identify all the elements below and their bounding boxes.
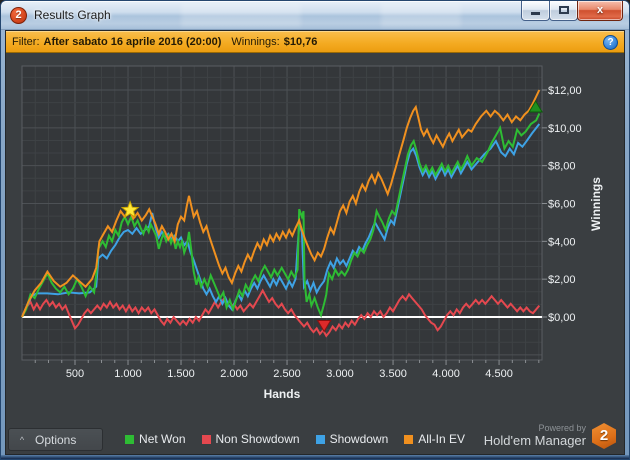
x-tick-label: 1.500 (167, 368, 195, 380)
legend-item-all-in-ev[interactable]: All-In EV (404, 432, 465, 446)
maximize-button[interactable] (549, 1, 578, 21)
hm2-app-icon: 2 (10, 7, 27, 24)
results-graph-window: 2 Results Graph x Filter: After sabato 1… (0, 0, 630, 460)
options-button-label: Options (35, 432, 77, 447)
minimize-icon (531, 12, 540, 15)
winnings-label: Winnings: (231, 36, 280, 48)
window-title: Results Graph (34, 8, 111, 22)
x-axis-title: Hands (264, 387, 301, 401)
y-tick-label: $4,00 (548, 236, 576, 248)
chart-legend: Net Won Non Showdown Showdown All-In EV (116, 430, 474, 448)
legend-item-showdown[interactable]: Showdown (315, 432, 389, 446)
close-icon: x (596, 4, 604, 16)
non-showdown-swatch-icon (201, 434, 211, 444)
x-tick-label: 4.000 (432, 368, 460, 380)
x-tick-label: 3.000 (326, 368, 354, 380)
maximize-icon (559, 6, 569, 14)
chevron-up-icon: ^ (19, 434, 25, 445)
filter-label: Filter: (12, 36, 40, 48)
y-tick-label: $8,00 (548, 161, 576, 173)
x-tick-label: 1.000 (114, 368, 142, 380)
results-graph-chart: 500 1.000 1.500 2.000 2.500 3.000 3.500 4.000 4.… (21, 65, 603, 401)
y-tick-label: $10,00 (548, 123, 582, 135)
powered-by-block: Powered by Hold'em Manager 2 (484, 423, 616, 449)
y-tick-label: $6,00 (548, 198, 576, 210)
titlebar-glass-reflection (381, 3, 461, 27)
plot-area (22, 66, 542, 360)
y-tick-label: $0,00 (548, 312, 576, 324)
brand-name: Hold'em Manager (483, 432, 586, 448)
legend-item-non-showdown[interactable]: Non Showdown (201, 432, 300, 446)
legend-item-net-won[interactable]: Net Won (125, 432, 186, 446)
showdown-swatch-icon (315, 434, 325, 444)
options-button[interactable]: ^ Options (8, 428, 103, 451)
title-bar[interactable]: 2 Results Graph x (1, 1, 629, 30)
x-tick-label: 500 (66, 368, 84, 380)
net-won-swatch-icon (125, 434, 135, 444)
x-tick-label: 2.000 (220, 368, 248, 380)
titlebar-glass-reflection (181, 3, 301, 27)
winnings-value: $10,76 (283, 36, 318, 48)
help-icon[interactable]: ? (603, 34, 618, 50)
legend-label: Net Won (139, 432, 186, 446)
filter-value: After sabato 16 aprile 2016 (20:00) (43, 36, 222, 48)
legend-label: Showdown (329, 432, 389, 446)
x-tick-label: 4.500 (485, 368, 513, 380)
legend-label: All-In EV (418, 432, 465, 446)
filter-bar: Filter: After sabato 16 aprile 2016 (20:… (6, 31, 624, 53)
window-bottom-border (1, 455, 629, 459)
x-tick-label: 2.500 (273, 368, 301, 380)
hm2-hexagon-logo-icon: 2 (592, 423, 616, 449)
minimize-button[interactable] (521, 1, 550, 21)
legend-label: Non Showdown (215, 432, 300, 446)
close-button[interactable]: x (577, 1, 623, 21)
y-tick-label: $2,00 (548, 274, 576, 286)
all-in-ev-swatch-icon (404, 434, 414, 444)
x-tick-label: 3.500 (379, 368, 407, 380)
y-tick-label: $12,00 (548, 85, 582, 97)
window-content: Filter: After sabato 16 aprile 2016 (20:… (5, 30, 625, 455)
y-axis-title: Winnings (589, 177, 603, 231)
